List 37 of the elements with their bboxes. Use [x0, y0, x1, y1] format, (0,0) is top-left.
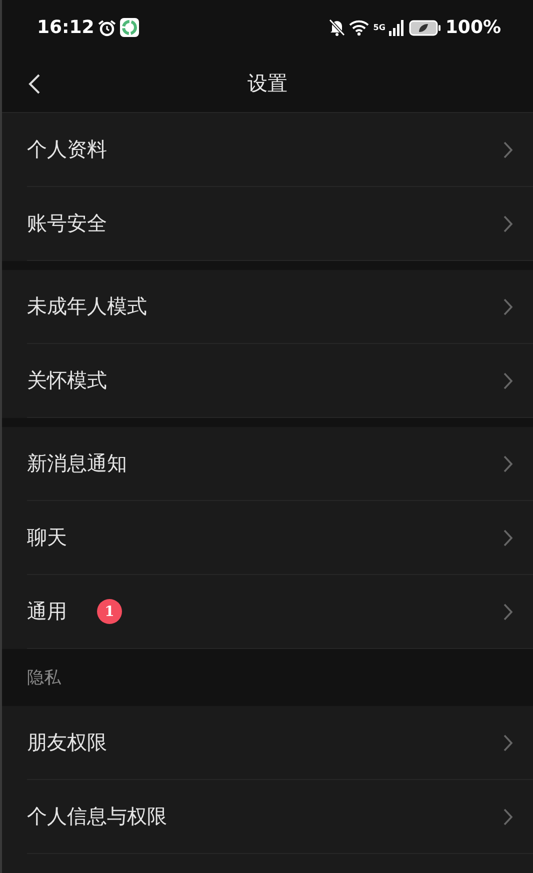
- settings-item[interactable]: 个人信息与权限: [27, 780, 533, 854]
- settings-item[interactable]: 未成年人模式: [27, 270, 533, 344]
- back-icon[interactable]: [26, 73, 42, 95]
- item-label: 未成年人模式: [27, 293, 147, 320]
- settings-item[interactable]: 朋友权限: [27, 706, 533, 780]
- chevron-right-icon: [503, 214, 513, 232]
- chevron-right-icon: [503, 140, 513, 158]
- item-label: 个人资料: [27, 136, 107, 163]
- settings-item[interactable]: 聊天: [27, 501, 533, 575]
- item-label: 通用: [27, 598, 67, 625]
- chevron-right-icon: [503, 454, 513, 472]
- network-type: 5G: [373, 24, 386, 32]
- item-label: 聊天: [27, 524, 67, 551]
- chevron-right-icon: [503, 528, 513, 546]
- muted-bell-icon: [329, 19, 346, 36]
- page-title: 设置: [248, 70, 288, 97]
- item-label: 新消息通知: [27, 450, 127, 477]
- wifi-icon: [349, 20, 370, 36]
- notification-badge: 1: [97, 599, 122, 624]
- signal-icon: [389, 20, 406, 36]
- chevron-right-icon: [503, 372, 513, 390]
- chevron-right-icon: [503, 298, 513, 316]
- item-label: 个人信息与权限: [27, 803, 167, 830]
- status-time: 16:12: [37, 17, 94, 38]
- item-label: 关怀模式: [27, 367, 107, 394]
- chevron-right-icon: [503, 602, 513, 620]
- section-header: 隐私: [2, 649, 533, 706]
- item-label: 朋友权限: [27, 729, 107, 756]
- alarm-clock-icon: [98, 18, 116, 36]
- app-icon: [120, 18, 140, 37]
- battery-icon: [409, 20, 442, 36]
- chevron-right-icon: [503, 734, 513, 752]
- item-label: 账号安全: [27, 210, 107, 237]
- chevron-right-icon: [503, 808, 513, 826]
- settings-item[interactable]: 新消息通知: [27, 427, 533, 501]
- battery-percentage: 100%: [445, 17, 501, 38]
- settings-item[interactable]: 个人资料: [27, 113, 533, 187]
